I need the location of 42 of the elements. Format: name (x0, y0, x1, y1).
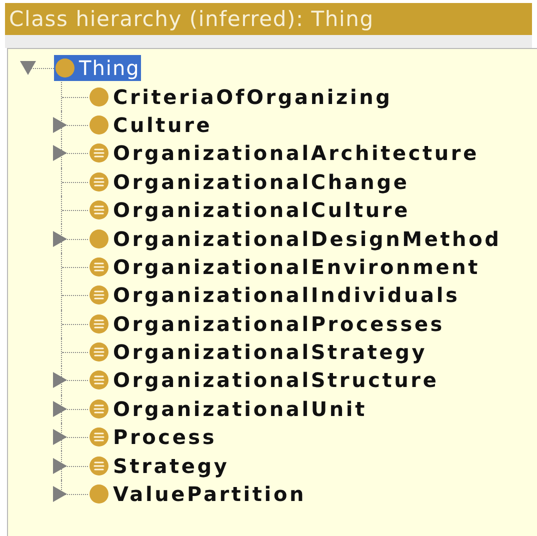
tree-node[interactable]: OrganizationalStructure (88, 367, 440, 394)
expand-arrow-icon[interactable] (52, 486, 68, 502)
class-icon (89, 86, 109, 107)
class-icon (89, 228, 109, 249)
expand-arrow-icon[interactable] (52, 230, 68, 247)
defined-class-icon (89, 427, 109, 448)
defined-class-icon (89, 342, 109, 362)
defined-class-icon (89, 456, 109, 476)
defined-class-icon (89, 143, 109, 164)
class-icon (55, 58, 75, 78)
tree-node[interactable]: Thing (54, 55, 141, 82)
tree-node[interactable]: OrganizationalIndividuals (88, 282, 461, 308)
defined-class-icon (89, 314, 109, 334)
tree-node[interactable]: OrganizationalEnvironment (88, 254, 481, 280)
expand-arrow-icon[interactable] (52, 400, 68, 417)
tree-node[interactable]: OrganizationalCulture (88, 197, 411, 224)
class-icon (89, 114, 109, 135)
expand-arrow-icon[interactable] (52, 429, 68, 446)
panel-title: Class hierarchy (inferred): Thing (5, 3, 532, 35)
expand-arrow-icon[interactable] (52, 458, 68, 474)
collapse-arrow-icon[interactable] (20, 60, 36, 76)
class-icon (89, 484, 109, 504)
tree-node[interactable]: ValuePartition (88, 481, 308, 508)
tree-node[interactable]: OrganizationalArchitecture (88, 140, 480, 166)
tree-node[interactable]: OrganizationalProcesses (88, 310, 446, 337)
defined-class-icon (89, 398, 109, 419)
defined-class-icon (89, 285, 109, 306)
tree-node[interactable]: CriteriaOfOrganizing (88, 84, 394, 110)
tree-node[interactable]: Strategy (88, 452, 230, 479)
tree-node[interactable]: OrganizationalUnit (88, 396, 368, 422)
expand-arrow-icon[interactable] (52, 372, 68, 388)
tree-node[interactable]: Process (88, 424, 218, 450)
tree-node[interactable]: Culture (88, 112, 214, 138)
defined-class-icon (89, 172, 109, 192)
tree-node[interactable]: OrganizationalStrategy (88, 339, 428, 366)
tree-node[interactable]: OrganizationalDesignMethod (88, 226, 502, 252)
defined-class-icon (89, 370, 109, 390)
defined-class-icon (89, 256, 109, 277)
tree-node[interactable]: OrganizationalChange (88, 168, 410, 195)
expand-arrow-icon[interactable] (52, 145, 68, 162)
expand-arrow-icon[interactable] (52, 116, 68, 133)
defined-class-icon (89, 200, 109, 220)
